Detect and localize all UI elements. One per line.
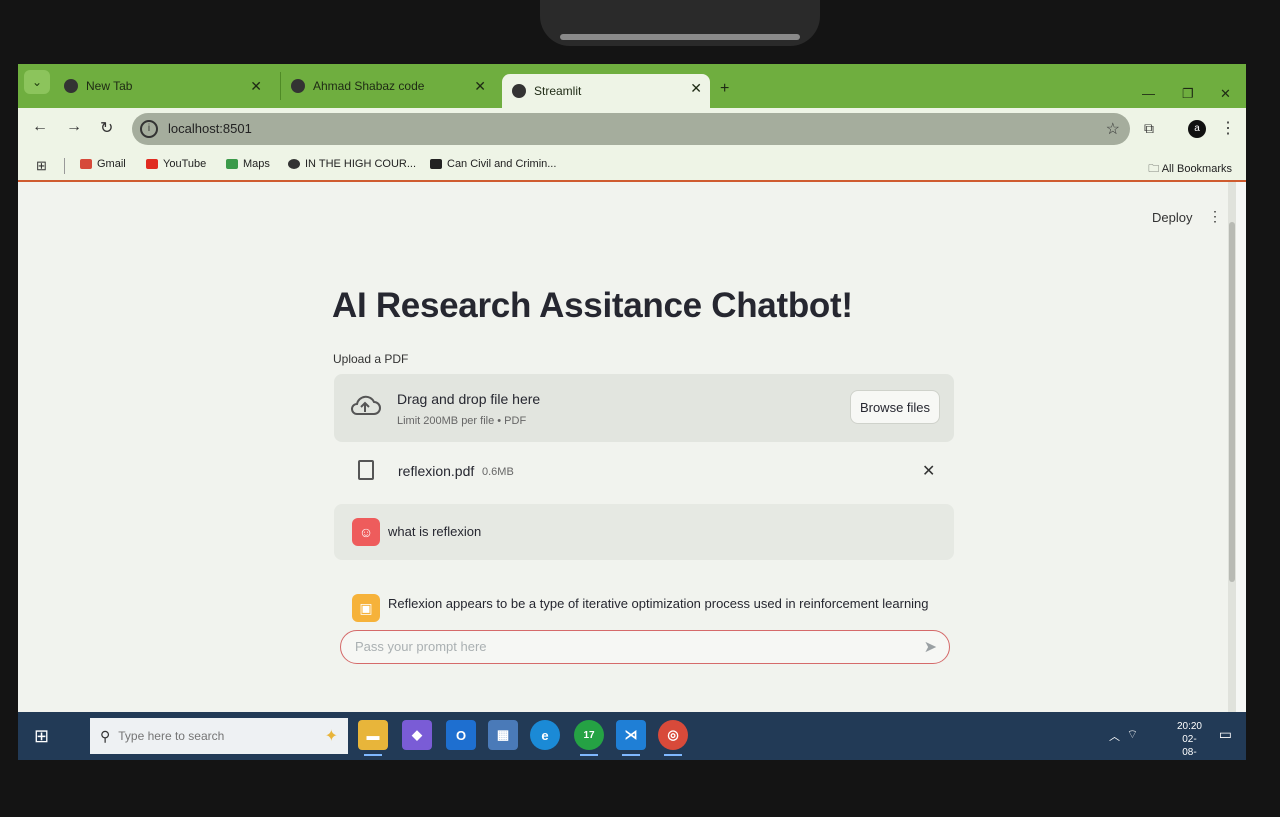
bookmark-label: YouTube (163, 158, 207, 170)
bookmark-separator (64, 158, 65, 174)
chevron-up-icon[interactable]: ︿ (1109, 728, 1120, 744)
address-bar[interactable]: i localhost:8501 ☆ (132, 113, 1130, 145)
reload-icon[interactable]: ↻ (100, 118, 113, 138)
cloud-upload-icon (351, 395, 381, 415)
browse-files-button[interactable]: Browse files (850, 390, 940, 424)
globe-icon (288, 159, 300, 169)
close-icon[interactable]: ✕ (250, 78, 262, 95)
page-scrollbar[interactable] (1228, 182, 1236, 712)
chat-message-user: ☺ what is reflexion (334, 504, 954, 560)
browser-toolbar: ← → ↻ i localhost:8501 ☆ ⧉ a ⋮ (18, 108, 1246, 150)
uploaded-file-row: reflexion.pdf 0.6MB ✕ (334, 452, 954, 492)
scrollbar-thumb[interactable] (1229, 222, 1235, 582)
forward-icon[interactable]: → (66, 118, 82, 136)
app-menu-icon[interactable]: ⋮ (1208, 208, 1222, 225)
globe-icon (291, 79, 305, 93)
tab-search-button[interactable]: ⌄ (24, 70, 50, 94)
bookmark-star-icon[interactable]: ☆ (1106, 119, 1120, 139)
url-text: localhost:8501 (168, 121, 252, 136)
tab-streamlit[interactable]: Streamlit ✕ (502, 74, 710, 108)
search-icon: ⚲ (100, 727, 111, 744)
windows-start-icon[interactable]: ⊞ (34, 726, 49, 747)
clock[interactable]: 20:20 02-08-2025 (1177, 720, 1202, 760)
bookmark-youtube[interactable]: YouTube (146, 158, 206, 170)
taskbar-search[interactable]: ⚲ ✦ (90, 718, 348, 754)
tab-label: Ahmad Shabaz code (313, 79, 425, 93)
page-icon (430, 159, 442, 169)
tab-ahmad-shabaz-code[interactable]: Ahmad Shabaz code ✕ (280, 72, 494, 100)
uploaded-file-size: 0.6MB (482, 466, 514, 478)
microsoft-store-icon[interactable]: ▦ (488, 720, 518, 750)
clock-date: 02-08-2025 (1182, 734, 1197, 758)
copilot-sparkle-icon: ✦ (324, 728, 338, 745)
whatsapp-badge: 17 (583, 729, 595, 741)
bookmark-civil-criminal[interactable]: Can Civil and Crimin... (430, 158, 556, 170)
bookmark-label: IN THE HIGH COUR... (305, 158, 417, 170)
bookmarks-bar: ⊞ Gmail YouTube Maps IN THE HIGH COUR...… (18, 150, 1246, 182)
browser-menu-icon[interactable]: ⋮ (1220, 118, 1236, 138)
bookmark-high-court[interactable]: IN THE HIGH COUR... (288, 158, 416, 170)
tab-new-tab[interactable]: New Tab ✕ (54, 72, 270, 100)
tab-strip: ⌄ New Tab ✕ Ahmad Shabaz code ✕ Streamli… (18, 64, 1246, 108)
apps-grid-icon[interactable]: ⊞ (36, 158, 47, 174)
gmail-icon (80, 159, 92, 169)
clock-time: 20:20 (1176, 721, 1202, 732)
assistant-bot-icon: ▣ (352, 594, 380, 622)
file-icon (358, 460, 374, 480)
site-info-icon[interactable]: i (140, 120, 158, 138)
network-icon[interactable]: ⌔ (1127, 727, 1138, 742)
streamlit-icon (512, 84, 526, 98)
chat-input-box[interactable]: ➤ (340, 630, 950, 664)
remove-file-icon[interactable]: ✕ (922, 461, 935, 481)
minimize-icon[interactable]: — (1142, 86, 1155, 101)
taskbar-search-input[interactable] (118, 729, 269, 743)
back-icon[interactable]: ← (32, 118, 48, 136)
all-bookmarks[interactable]: 🗀 All Bookmarks (1148, 160, 1232, 179)
chat-message-assistant: ▣ Reflexion appears to be a type of iter… (334, 582, 954, 622)
bookmark-label: Can Civil and Crimin... (447, 158, 557, 170)
monitor-webcam (540, 0, 820, 46)
vscode-icon[interactable]: ⋊ (616, 720, 646, 756)
message-text: Reflexion appears to be a type of iterat… (388, 596, 929, 611)
tab-label: New Tab (86, 79, 133, 93)
chrome-taskbar-icon[interactable]: ◎ (658, 720, 688, 756)
message-text: what is reflexion (388, 524, 482, 539)
bookmark-label: Maps (243, 158, 270, 170)
user-avatar-icon: ☺ (352, 518, 380, 546)
folder-icon: 🗀 (1148, 163, 1160, 175)
notification-icon[interactable]: ▭ (1219, 726, 1232, 743)
deploy-button[interactable]: Deploy (1152, 210, 1192, 225)
tab-label: Streamlit (534, 84, 582, 98)
maps-icon (226, 159, 238, 169)
close-icon[interactable]: ✕ (690, 80, 702, 97)
bookmark-label: Gmail (97, 158, 126, 170)
all-bookmarks-label: All Bookmarks (1161, 163, 1232, 175)
streamlit-page: Deploy ⋮ AI Research Assitance Chatbot! … (18, 182, 1228, 754)
chrome-icon (64, 79, 78, 93)
window-close-icon[interactable]: ✕ (1220, 86, 1231, 102)
outlook-icon[interactable]: O (446, 720, 476, 750)
whatsapp-icon[interactable]: 17 (574, 720, 604, 756)
chat-prompt-input[interactable] (355, 639, 895, 654)
uploaded-file-name: reflexion.pdf (398, 463, 475, 479)
send-icon[interactable]: ➤ (924, 637, 937, 657)
file-explorer-icon[interactable]: ▬ (358, 720, 388, 756)
restore-icon[interactable]: ❐ (1182, 86, 1194, 102)
bookmark-maps[interactable]: Maps (226, 158, 270, 170)
windows-taskbar: ⊞ ⚲ ✦ ▬ ◆ O ▦ e 17 ⋊ ◎ ︿ ⌔ 20:20 02-08-2… (18, 712, 1246, 760)
dropzone-instruction: Drag and drop file here (397, 391, 541, 407)
new-tab-button[interactable]: + (720, 80, 729, 98)
extensions-icon[interactable]: ⧉ (1144, 120, 1154, 137)
dropzone-limit: Limit 200MB per file • PDF (397, 415, 527, 427)
profile-avatar[interactable]: a (1188, 120, 1206, 138)
file-dropzone[interactable]: Drag and drop file here Limit 200MB per … (334, 374, 954, 442)
uploader-label: Upload a PDF (333, 352, 409, 366)
close-icon[interactable]: ✕ (474, 78, 486, 95)
bookmark-gmail[interactable]: Gmail (80, 158, 126, 170)
copilot-icon[interactable]: ◆ (402, 720, 432, 750)
edge-icon[interactable]: e (530, 720, 560, 750)
page-title: AI Research Assitance Chatbot! (332, 286, 853, 325)
screen: ⌄ New Tab ✕ Ahmad Shabaz code ✕ Streamli… (18, 64, 1246, 760)
youtube-icon (146, 159, 158, 169)
